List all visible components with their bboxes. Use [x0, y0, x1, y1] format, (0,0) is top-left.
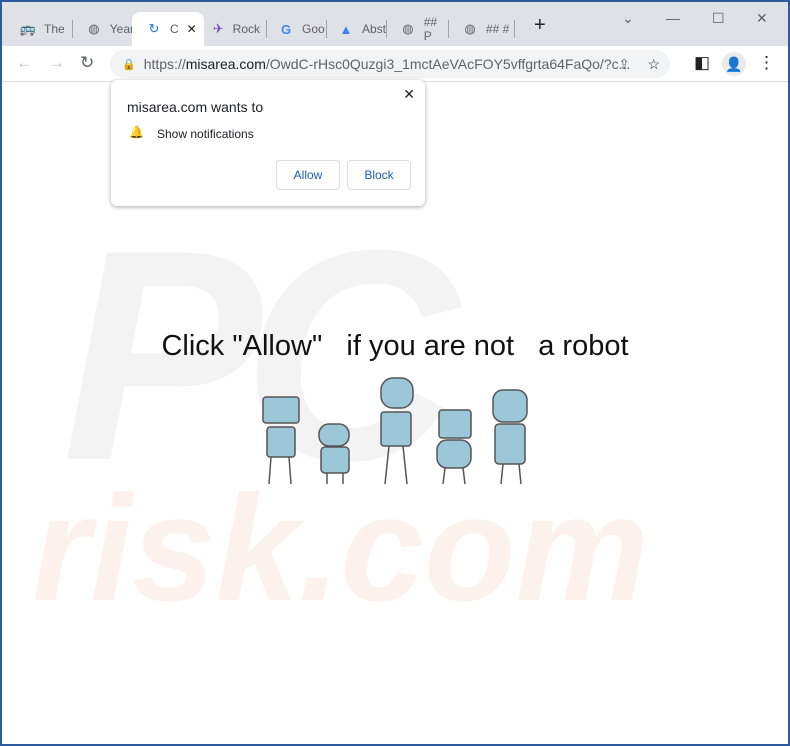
back-button[interactable]: ← — [16, 53, 33, 73]
tab[interactable]: ◍ ## P — [386, 12, 448, 46]
profile-avatar[interactable]: 👤 — [722, 52, 746, 76]
permission-text: Show notifications — [157, 127, 254, 141]
loading-icon: ↻ — [148, 21, 160, 36]
side-panel-icon[interactable]: ◧ — [694, 53, 710, 73]
bell-icon: 🔔 — [129, 125, 144, 139]
globe-icon: ◍ — [464, 21, 476, 36]
bus-icon: 🚌 — [19, 21, 37, 36]
page-headline: Click "Allow" if you are not a robot — [161, 330, 629, 362]
notification-permission-popup: ✕ misarea.com wants to 🔔 Show notificati… — [111, 80, 425, 206]
tab[interactable]: G Goo — [264, 12, 326, 46]
tab-search-chevron-icon[interactable]: ⌄ — [622, 10, 634, 27]
tab[interactable]: 🚌 The — [6, 12, 68, 46]
tab-bar: 🚌 The ◍ Year ↻ C ✕ ✈ Rock G Goo ▲ Abst ◍ ## P ◍ #… — [2, 2, 788, 46]
minimize-button[interactable]: — — [666, 10, 680, 26]
maximize-button[interactable]: ☐ — [712, 10, 725, 27]
share-icon[interactable]: ⇪ — [618, 56, 630, 73]
tab[interactable]: ▲ Abst — [324, 12, 386, 46]
arrow-logo-icon: ▲ — [339, 21, 353, 37]
allow-button[interactable]: Allow — [276, 160, 340, 190]
toolbar: ← → ↻ 🔒 https://misarea.com/OwdC-rHsc0Qu… — [2, 46, 788, 82]
forward-button[interactable]: → — [48, 53, 65, 73]
menu-icon[interactable]: ⋮ — [758, 53, 775, 73]
tab[interactable]: ✈ Rock — [198, 12, 260, 46]
bookmark-star-icon[interactable]: ☆ — [647, 56, 660, 73]
close-tab-icon[interactable]: ✕ — [187, 22, 197, 36]
close-popup-button[interactable]: ✕ — [403, 86, 415, 103]
reload-button[interactable]: ↻ — [80, 53, 94, 73]
close-window-button[interactable]: ✕ — [756, 10, 768, 27]
tab[interactable]: ◍ ## # — [448, 12, 510, 46]
tab[interactable]: ◍ Year — [72, 12, 134, 46]
rocket-icon: ✈ — [212, 21, 224, 36]
address-bar[interactable]: 🔒 https://misarea.com/OwdC-rHsc0Quzgi3_1… — [110, 50, 670, 78]
tab-active[interactable]: ↻ C ✕ — [132, 12, 204, 46]
globe-icon: ◍ — [88, 21, 100, 36]
google-icon: G — [280, 21, 292, 37]
globe-icon: ◍ — [402, 21, 414, 36]
popup-title: misarea.com wants to — [127, 99, 264, 115]
lock-icon: 🔒 — [122, 58, 136, 71]
robots-illustration — [262, 377, 528, 485]
browser-window: 🚌 The ◍ Year ↻ C ✕ ✈ Rock G Goo ▲ Abst ◍ ## P ◍ #… — [2, 2, 788, 744]
block-button[interactable]: Block — [347, 160, 411, 190]
new-tab-button[interactable]: + — [534, 14, 546, 37]
